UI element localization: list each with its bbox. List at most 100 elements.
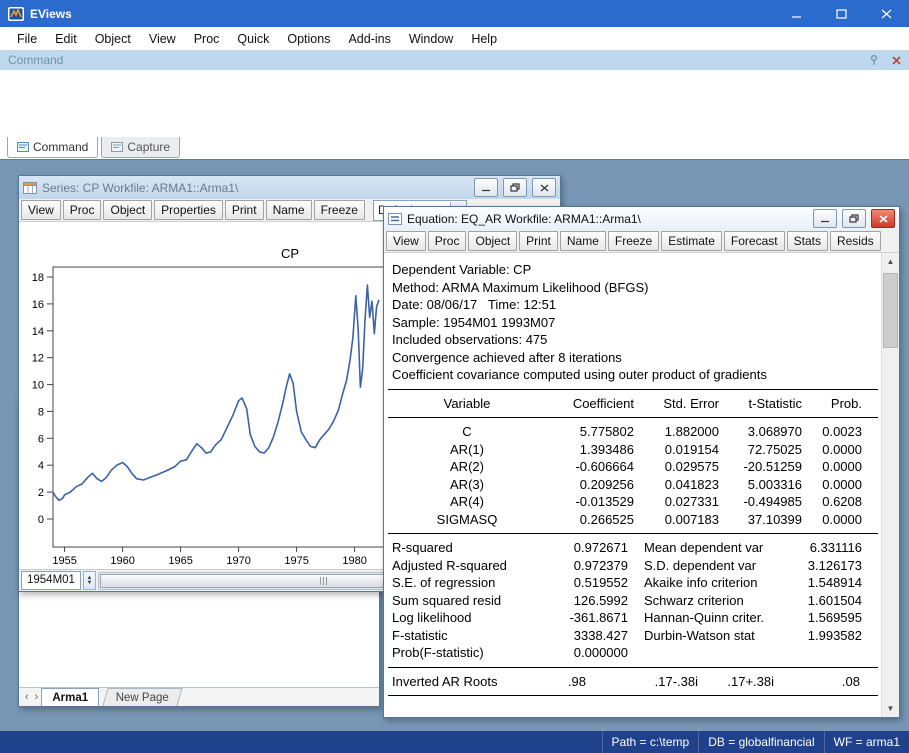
table-cell: 0.0000 (822, 459, 862, 474)
table-cell: Schwarz criterion (644, 592, 744, 608)
table-cell: 6.331116 (809, 540, 862, 555)
equation-window[interactable]: Equation: EQ_AR Workfile: ARMA1::Arma1\ … (383, 206, 900, 718)
menu-item[interactable]: Object (86, 29, 140, 49)
table-cell: 3.126173 (807, 557, 862, 573)
new-page-label: New Page (116, 691, 170, 704)
equation-close-button[interactable] (871, 209, 895, 228)
equation-restore-button[interactable] (842, 209, 866, 228)
minimize-button[interactable] (774, 0, 819, 27)
close-button[interactable] (864, 0, 909, 27)
svg-text:10: 10 (32, 380, 44, 392)
table-cell: 0.209256 (579, 476, 634, 492)
toolbar-button[interactable]: Proc (427, 231, 467, 251)
svg-text:12: 12 (32, 353, 44, 365)
rule (388, 666, 878, 668)
scroll-up-icon[interactable]: ▲ (882, 253, 899, 270)
menu-item[interactable]: View (140, 29, 185, 49)
table-row: Log likelihood -361.8671 Hannan-Quinn crit… (384, 609, 882, 627)
table-cell: AR(3) (450, 476, 484, 492)
command-tab-strip: Command Capture (0, 137, 909, 159)
table-cell: R-squared (392, 540, 453, 555)
menu-item[interactable]: Window (400, 29, 462, 49)
series-title-bar[interactable]: Series: CP Workfile: ARMA1::Arma1\ (19, 176, 560, 199)
table-cell: 0.972379 (573, 557, 628, 573)
workfile-page-tab-arma1[interactable]: Arma1 (41, 688, 100, 706)
svg-text:0: 0 (38, 514, 44, 526)
toolbar-button[interactable]: Object (468, 231, 518, 251)
series-minimize-button[interactable] (474, 178, 498, 197)
page-scroll-left-icon[interactable]: ‹ (22, 691, 32, 703)
workfile-page-strip: ‹ › Arma1 New Page (19, 687, 379, 706)
equation-vscrollbar[interactable]: ▲ ▼ (881, 253, 899, 717)
table-cell: 1.393486 (579, 441, 634, 457)
menu-item[interactable]: Quick (228, 29, 278, 49)
page-scroll-right-icon[interactable]: › (32, 691, 42, 703)
rule (388, 695, 878, 696)
toolbar-button[interactable]: Freeze (313, 200, 365, 220)
menu-item[interactable]: Help (462, 29, 506, 49)
capture-tab-icon (111, 142, 124, 152)
equation-output: Dependent Variable: CP Method: ARMA Maxim… (384, 253, 882, 717)
table-cell: 1.882000 (664, 424, 719, 439)
equation-minimize-button[interactable] (813, 209, 837, 228)
toolbar-button[interactable]: Freeze (607, 231, 660, 251)
tab-capture[interactable]: Capture (101, 137, 181, 158)
table-row: Prob(F-statistic) 0.000000 (384, 644, 882, 662)
table-cell: 0.0000 (822, 511, 862, 527)
table-cell: 1.569595 (807, 610, 862, 625)
table-cell: 0.027331 (664, 494, 719, 509)
command-pane-header[interactable]: Command (0, 50, 909, 70)
command-close-icon[interactable] (887, 52, 905, 68)
series-restore-button[interactable] (503, 178, 527, 197)
toolbar-button[interactable]: Properties (154, 200, 223, 220)
toolbar-button[interactable]: Print (224, 200, 264, 220)
toolbar-button[interactable]: Forecast (723, 231, 785, 251)
svg-text:1965: 1965 (168, 555, 192, 567)
pan-start-observation[interactable]: 1954M01 (21, 571, 81, 590)
equation-icon (388, 212, 402, 225)
menu-item[interactable]: File (8, 29, 46, 49)
tab-command[interactable]: Command (7, 137, 99, 158)
observation-spinner[interactable]: ▲ ▼ (82, 571, 96, 590)
toolbar-button[interactable]: Resids (829, 231, 881, 251)
status-segment: WF = arma1 (823, 731, 909, 753)
root-value: .98 (567, 673, 586, 689)
menu-item[interactable]: Options (278, 29, 339, 49)
table-cell: 0.519552 (573, 575, 628, 590)
col-header: Variable (443, 395, 491, 411)
command-input[interactable] (0, 70, 909, 137)
toolbar-button[interactable]: Name (265, 200, 312, 220)
table-cell: 0.0000 (822, 441, 862, 457)
table-cell: 0.000000 (573, 645, 628, 660)
toolbar-button[interactable]: Name (559, 231, 606, 251)
menu-item[interactable]: Add-ins (339, 29, 399, 49)
table-row: AR(2) -0.606664 0.029575 -20.51259 0.0000 (384, 458, 882, 476)
toolbar-button[interactable]: View (21, 200, 61, 220)
scroll-down-icon[interactable]: ▼ (882, 700, 899, 717)
maximize-button[interactable] (819, 0, 864, 27)
pin-icon[interactable] (865, 52, 883, 68)
toolbar-button[interactable]: Proc (62, 200, 102, 220)
toolbar-button[interactable]: View (386, 231, 426, 251)
table-cell: 0.0000 (822, 476, 862, 492)
table-cell: S.E. of regression (392, 575, 496, 590)
toolbar-button[interactable]: Object (103, 200, 153, 220)
equation-title-bar[interactable]: Equation: EQ_AR Workfile: ARMA1::Arma1\ (384, 207, 899, 230)
toolbar-button[interactable]: Stats (786, 231, 828, 251)
menu-item[interactable]: Edit (46, 29, 86, 49)
toolbar-button[interactable]: Print (519, 231, 558, 251)
app-title: EViews (30, 6, 72, 21)
table-cell: C (462, 424, 472, 439)
workfile-page-tab-newpage[interactable]: New Page (102, 688, 183, 706)
inverted-roots-row: Inverted AR Roots .98 .17-.38i .17+.38i .08 (384, 673, 882, 691)
menu-item[interactable]: Proc (185, 29, 229, 49)
scrollbar-thumb[interactable] (883, 273, 898, 348)
tab-capture-label: Capture (127, 140, 171, 154)
summary-stats: R-squared 0.972671 Mean dependent var 6.331… (384, 539, 882, 662)
inverted-roots-label: Inverted AR Roots (392, 673, 498, 689)
rule (388, 533, 878, 534)
table-cell: F-statistic (392, 627, 448, 643)
series-close-button[interactable] (532, 178, 556, 197)
output-line: Sample: 1954M01 1993M07 (392, 314, 556, 330)
toolbar-button[interactable]: Estimate (661, 231, 722, 251)
